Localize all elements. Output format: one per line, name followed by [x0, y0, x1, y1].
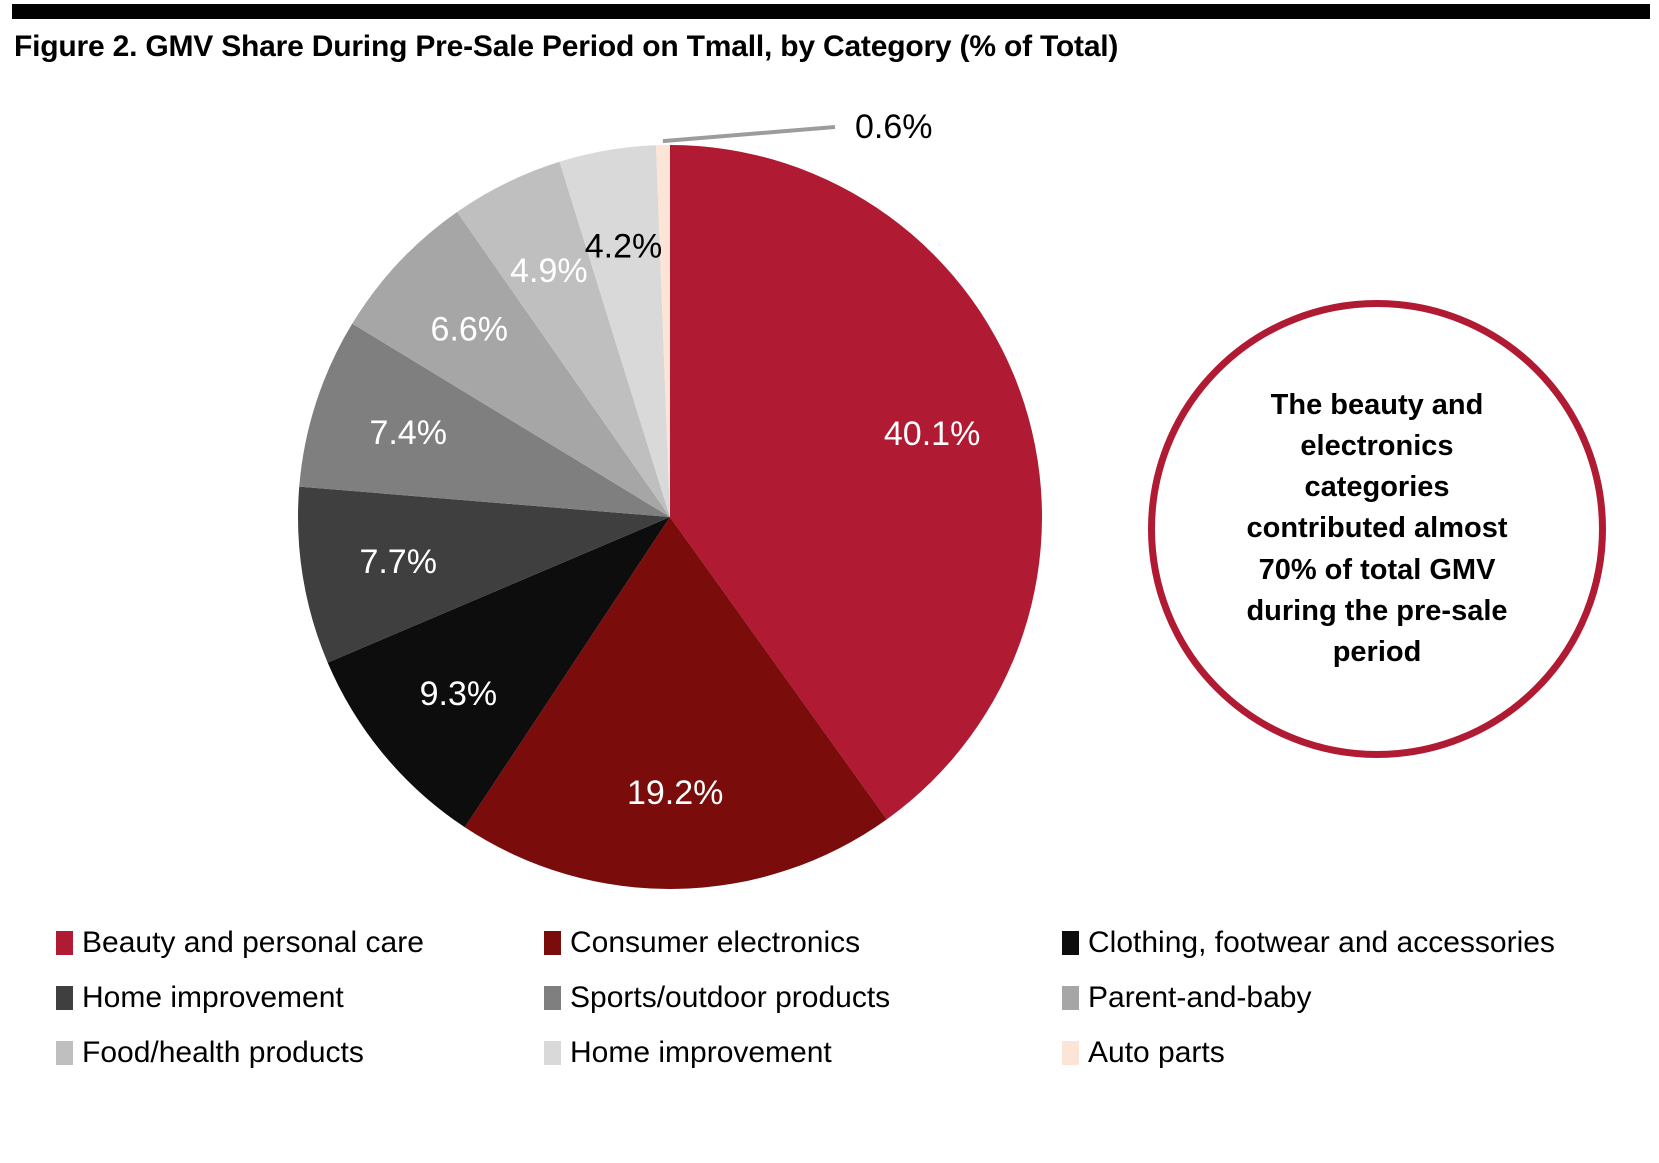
legend-swatch-icon [544, 1040, 561, 1065]
legend-item-consumer-electronics[interactable]: Consumer electronics [530, 925, 1060, 959]
legend-item-home-improvement-2[interactable]: Home improvement [530, 1035, 1060, 1069]
legend-swatch-icon [1062, 1040, 1079, 1065]
pie-data-label: 7.4% [369, 414, 447, 452]
legend-item-label: Beauty and personal care [82, 925, 424, 959]
legend-row: Beauty and personal care Consumer electr… [0, 915, 1659, 970]
pie-data-label: 7.7% [359, 543, 437, 581]
legend-item-label: Consumer electronics [570, 925, 861, 959]
legend-swatch-icon [56, 985, 73, 1010]
legend-item-label: Clothing, footwear and accessories [1088, 925, 1555, 959]
figure-title: Figure 2. GMV Share During Pre-Sale Peri… [14, 30, 1119, 63]
legend-item-label: Sports/outdoor products [570, 980, 891, 1014]
annotation-callout-circle: The beauty and electronics categories co… [1148, 300, 1606, 758]
legend-item-label: Food/health products [82, 1035, 364, 1069]
pie-data-label: 9.3% [420, 675, 498, 713]
legend-item-food-health-products[interactable]: Food/health products [0, 1035, 530, 1069]
legend-item-parent-and-baby[interactable]: Parent-and-baby [1060, 980, 1650, 1014]
legend-item-label: Home improvement [570, 1035, 832, 1069]
legend-swatch-icon [56, 1040, 73, 1065]
pie-leader-lines-group [662, 125, 836, 144]
pie-data-label: 4.2% [585, 228, 663, 266]
legend-row: Home improvement Sports/outdoor products… [0, 970, 1659, 1025]
pie-data-label: 6.6% [431, 311, 509, 349]
legend-item-label: Parent-and-baby [1088, 980, 1312, 1014]
annotation-callout-text: The beauty and electronics categories co… [1246, 388, 1508, 668]
legend-swatch-icon [1062, 930, 1079, 955]
top-rule-divider [12, 4, 1650, 19]
legend-item-label: Auto parts [1088, 1035, 1225, 1069]
legend-item-sports-outdoor-products[interactable]: Sports/outdoor products [530, 980, 1060, 1014]
pie-leader-line [662, 125, 836, 144]
legend-item-clothing-footwear-and-accessories[interactable]: Clothing, footwear and accessories [1060, 925, 1650, 959]
pie-data-label: 19.2% [627, 774, 723, 812]
pie-data-label: 40.1% [884, 415, 980, 453]
pie-data-label: 4.9% [510, 252, 588, 290]
legend-swatch-icon [56, 930, 73, 955]
chart-legend: Beauty and personal care Consumer electr… [0, 915, 1659, 1155]
legend-item-label: Home improvement [82, 980, 344, 1014]
legend-swatch-icon [1062, 985, 1079, 1010]
legend-swatch-icon [544, 985, 561, 1010]
legend-item-beauty-and-personal-care[interactable]: Beauty and personal care [0, 925, 530, 959]
legend-item-auto-parts[interactable]: Auto parts [1060, 1035, 1650, 1069]
legend-item-home-improvement[interactable]: Home improvement [0, 980, 530, 1014]
legend-swatch-icon [544, 930, 561, 955]
pie-data-label: 0.6% [855, 108, 933, 146]
legend-row: Food/health products Home improvement Au… [0, 1025, 1659, 1080]
